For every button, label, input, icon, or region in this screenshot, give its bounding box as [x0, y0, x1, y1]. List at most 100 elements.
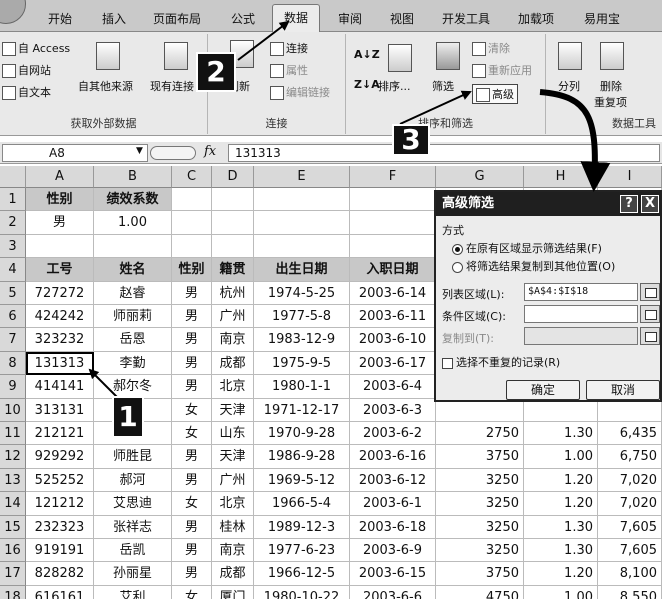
from-other-sources-button[interactable]: 自其他来源: [78, 78, 133, 94]
table-cell[interactable]: 广州: [212, 468, 254, 493]
from-web-button[interactable]: 自网站: [2, 62, 51, 78]
tab-data[interactable]: 数据: [272, 4, 320, 33]
tab-formulas[interactable]: 公式: [218, 8, 268, 30]
table-cell[interactable]: 男: [172, 328, 212, 352]
empty-cell[interactable]: [172, 234, 212, 259]
help-button[interactable]: ?: [620, 195, 638, 213]
table-cell[interactable]: 3250: [436, 515, 524, 539]
column-header-i[interactable]: I: [598, 166, 662, 188]
table-cell[interactable]: 2003-6-15: [350, 562, 436, 586]
row-header[interactable]: 12: [0, 445, 26, 469]
table-cell[interactable]: 8,100: [598, 562, 662, 586]
criteria-range-input[interactable]: [524, 305, 638, 323]
table-cell[interactable]: 南京: [212, 328, 254, 352]
table-cell[interactable]: 919191: [26, 539, 94, 563]
table-cell[interactable]: 1980-10-22: [254, 585, 350, 599]
table-cell[interactable]: 7,605: [598, 539, 662, 563]
table-cell[interactable]: 1975-9-5: [254, 351, 350, 376]
table-cell[interactable]: 北京: [212, 492, 254, 516]
name-box[interactable]: A8: [2, 144, 148, 162]
row-header[interactable]: 15: [0, 515, 26, 539]
tab-developer[interactable]: 开发工具: [434, 8, 498, 30]
criteria-value-cell[interactable]: 男: [26, 211, 94, 235]
from-text-button[interactable]: 自文本: [2, 84, 51, 100]
empty-cell[interactable]: [94, 234, 172, 259]
criteria-header-cell[interactable]: 性别: [26, 188, 94, 212]
table-cell[interactable]: 1966-5-4: [254, 492, 350, 516]
table-cell[interactable]: 孙丽星: [94, 562, 172, 586]
tab-addins[interactable]: 加载项: [510, 8, 562, 30]
table-cell[interactable]: 212121: [26, 422, 94, 446]
row-header[interactable]: 18: [0, 585, 26, 599]
table-cell[interactable]: 师丽莉: [94, 305, 172, 329]
tab-easy-tools[interactable]: 易用宝: [576, 8, 628, 30]
table-cell[interactable]: 成都: [212, 562, 254, 586]
radio-filter-in-place[interactable]: 在原有区域显示筛选结果(F): [452, 240, 602, 256]
table-cell[interactable]: 616161: [26, 585, 94, 599]
column-header-g[interactable]: G: [436, 166, 524, 188]
table-cell[interactable]: 2750: [436, 422, 524, 446]
cancel-button[interactable]: 取消: [586, 380, 660, 400]
tab-insert[interactable]: 插入: [92, 8, 136, 30]
table-cell[interactable]: 424242: [26, 305, 94, 329]
select-all-corner[interactable]: [0, 166, 26, 188]
tab-view[interactable]: 视图: [382, 8, 422, 30]
table-cell[interactable]: 2003-6-4: [350, 375, 436, 399]
column-header-e[interactable]: E: [254, 166, 350, 188]
empty-cell[interactable]: [350, 188, 436, 212]
table-cell[interactable]: 1.20: [524, 468, 598, 493]
ok-button[interactable]: 确定: [506, 380, 580, 400]
table-cell[interactable]: 女: [172, 585, 212, 599]
table-header-cell[interactable]: 籍贯: [212, 258, 254, 282]
edit-links-button[interactable]: 编辑链接: [270, 84, 330, 100]
table-cell[interactable]: 6,435: [598, 422, 662, 446]
table-cell[interactable]: 广州: [212, 305, 254, 329]
table-cell[interactable]: 李勤: [94, 351, 172, 376]
table-cell[interactable]: 2003-6-9: [350, 539, 436, 563]
table-cell[interactable]: 414141: [26, 375, 94, 399]
table-cell[interactable]: 1977-5-8: [254, 305, 350, 329]
table-cell[interactable]: 3750: [436, 445, 524, 469]
table-cell[interactable]: 2003-6-16: [350, 445, 436, 469]
table-cell[interactable]: [436, 398, 524, 422]
table-header-cell[interactable]: 出生日期: [254, 258, 350, 282]
chevron-down-icon[interactable]: ▼: [136, 146, 143, 156]
column-header-a[interactable]: A: [26, 166, 94, 188]
table-cell[interactable]: 男: [172, 375, 212, 399]
sort-az-icon[interactable]: A↓Z: [354, 48, 380, 61]
table-cell[interactable]: 1970-9-28: [254, 422, 350, 446]
row-header[interactable]: 11: [0, 422, 26, 446]
empty-cell[interactable]: [212, 234, 254, 259]
table-cell[interactable]: 727272: [26, 281, 94, 305]
table-header-cell[interactable]: 姓名: [94, 258, 172, 282]
table-cell[interactable]: 1986-9-28: [254, 445, 350, 469]
table-cell[interactable]: 1.30: [524, 422, 598, 446]
table-cell[interactable]: 2003-6-3: [350, 398, 436, 422]
row-header[interactable]: 16: [0, 539, 26, 563]
table-cell[interactable]: 2003-6-14: [350, 281, 436, 305]
table-cell[interactable]: 南京: [212, 539, 254, 563]
reapply-button[interactable]: 重新应用: [472, 62, 532, 78]
empty-cell[interactable]: [26, 234, 94, 259]
table-cell[interactable]: 张祥志: [94, 515, 172, 539]
close-button[interactable]: X: [641, 195, 659, 213]
table-cell[interactable]: 2003-6-12: [350, 468, 436, 493]
table-cell[interactable]: 1989-12-3: [254, 515, 350, 539]
column-header-b[interactable]: B: [94, 166, 172, 188]
advanced-filter-button[interactable]: 高级: [472, 84, 518, 104]
list-range-input[interactable]: $A$4:$I$18: [524, 283, 638, 301]
table-cell[interactable]: 1974-5-25: [254, 281, 350, 305]
clear-button[interactable]: 清除: [472, 40, 510, 56]
table-cell[interactable]: 成都: [212, 351, 254, 376]
row-header[interactable]: 1: [0, 188, 26, 212]
table-cell[interactable]: 岳恩: [94, 328, 172, 352]
row-header[interactable]: 14: [0, 492, 26, 516]
table-cell[interactable]: 2003-6-10: [350, 328, 436, 352]
sort-za-icon[interactable]: Z↓A: [354, 78, 380, 91]
filter-button[interactable]: 筛选: [432, 78, 454, 94]
table-cell[interactable]: 3250: [436, 468, 524, 493]
table-cell[interactable]: 1977-6-23: [254, 539, 350, 563]
formula-bar-divider-handle[interactable]: [150, 146, 196, 160]
connections-button[interactable]: 连接: [270, 40, 308, 56]
table-cell[interactable]: 郝河: [94, 468, 172, 493]
